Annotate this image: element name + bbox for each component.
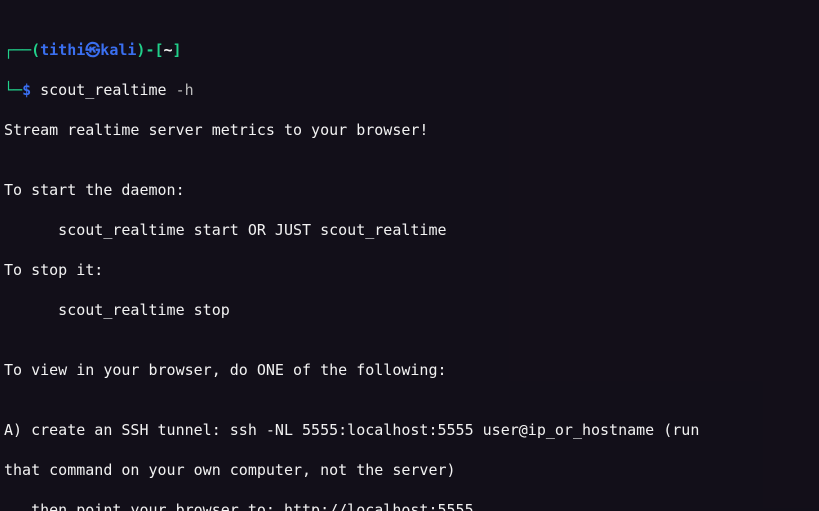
prompt-at: ㉿ [85, 41, 100, 59]
command-flag: -h [176, 81, 194, 99]
prompt-host: kali [100, 41, 136, 59]
prompt-cwd: ~ [164, 41, 173, 59]
output-line: Stream realtime server metrics to your b… [0, 120, 819, 140]
prompt-dollar: $ [22, 81, 31, 99]
prompt-decor: )-[ [136, 41, 163, 59]
output-line: that command on your own computer, not t… [0, 460, 819, 480]
output-line: To stop it: [0, 260, 819, 280]
prompt-user: tithi [40, 41, 85, 59]
prompt-decor: ┌──( [4, 41, 40, 59]
output-line: then point your browser to: http://local… [0, 500, 819, 511]
output-line: A) create an SSH tunnel: ssh -NL 5555:lo… [0, 420, 819, 440]
prompt-decor: └─ [4, 81, 22, 99]
output-line: To start the daemon: [0, 180, 819, 200]
command-text: scout_realtime [40, 81, 166, 99]
terminal-window[interactable]: ┌──(tithi㉿kali)-[~] └─$ scout_realtime -… [0, 0, 819, 511]
output-line: scout_realtime stop [0, 300, 819, 320]
prompt-line-2: └─$ scout_realtime -h [0, 80, 819, 100]
prompt-decor: ] [173, 41, 182, 59]
output-line: scout_realtime start OR JUST scout_realt… [0, 220, 819, 240]
output-line: To view in your browser, do ONE of the f… [0, 360, 819, 380]
prompt-line-1: ┌──(tithi㉿kali)-[~] [0, 40, 819, 60]
